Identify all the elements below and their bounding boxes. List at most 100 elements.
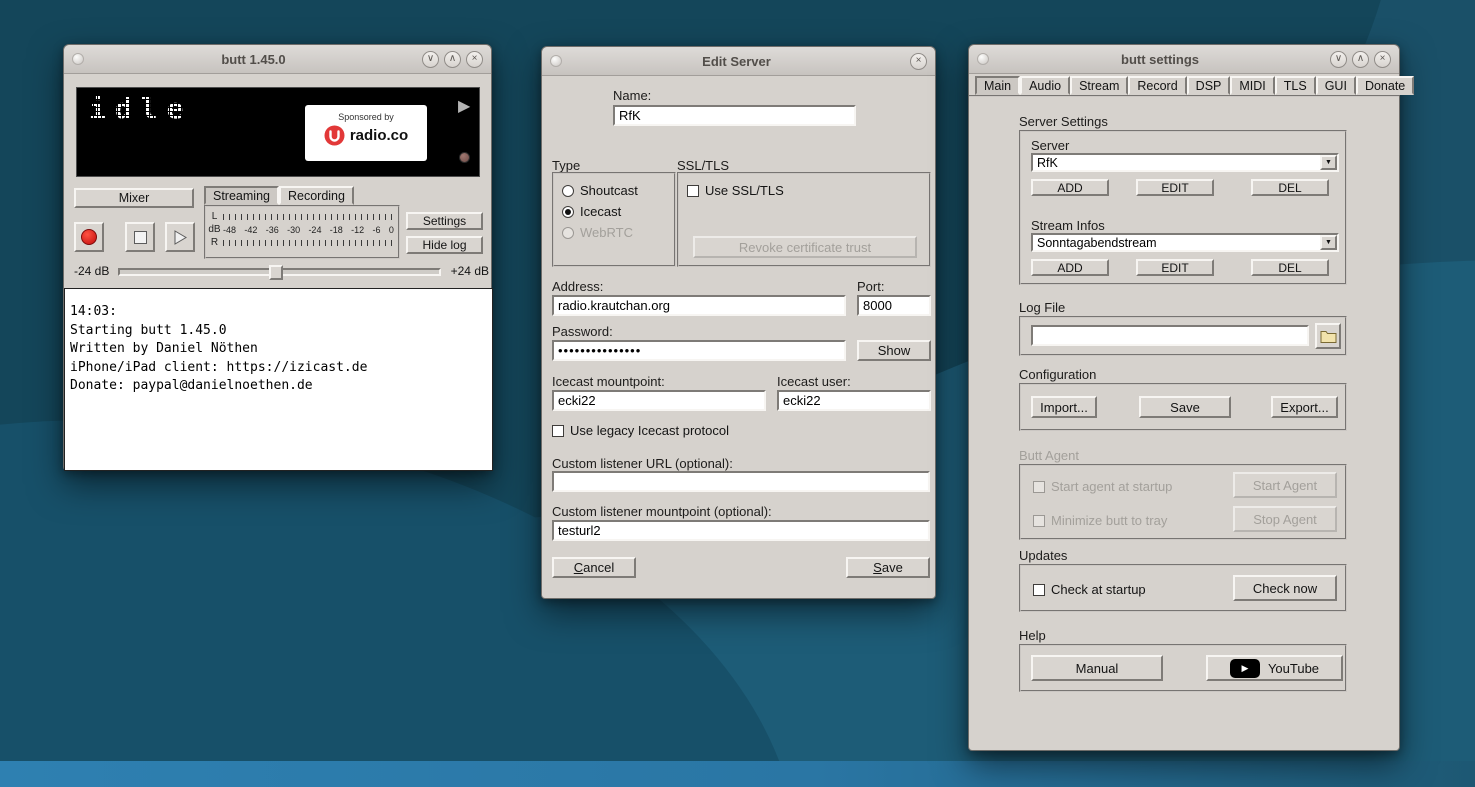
help-group-label: Help — [1019, 628, 1046, 643]
window-icon — [550, 55, 562, 67]
stream-del-button[interactable]: DEL — [1251, 259, 1329, 276]
checkbox-disabled-icon — [1033, 481, 1045, 493]
mountpoint-input[interactable] — [552, 390, 766, 411]
tab-main[interactable]: Main — [975, 76, 1020, 95]
minimize-icon[interactable]: ∨ — [422, 51, 439, 68]
checkbox-icon[interactable] — [1033, 584, 1045, 596]
gain-slider-handle[interactable] — [269, 265, 283, 280]
password-input[interactable] — [552, 340, 846, 361]
log-file-input[interactable] — [1031, 325, 1309, 346]
server-settings-group-label: Server Settings — [1019, 114, 1108, 129]
tab-recording[interactable]: Recording — [279, 186, 354, 205]
radio-icecast[interactable]: Icecast — [562, 204, 621, 219]
listener-url-input[interactable] — [552, 471, 930, 492]
tab-audio[interactable]: Audio — [1020, 76, 1070, 95]
stream-infos-dropdown[interactable]: Sonntagabendstream ▼ — [1031, 233, 1339, 252]
tab-streaming[interactable]: Streaming — [204, 186, 279, 205]
close-icon[interactable]: × — [910, 53, 927, 70]
cancel-button[interactable]: Cancel — [552, 557, 636, 578]
close-icon[interactable]: × — [466, 51, 483, 68]
radio-icon[interactable] — [562, 185, 574, 197]
window-icon — [977, 53, 989, 65]
log-line: Written by Daniel Nöthen — [70, 340, 487, 359]
checkbox-icon[interactable] — [552, 425, 564, 437]
wallpaper-bottom-band — [0, 761, 1475, 787]
server-dropdown[interactable]: RfK ▼ — [1031, 153, 1339, 172]
gain-min-label: -24 dB — [74, 264, 109, 278]
play-button[interactable] — [165, 222, 195, 252]
check-now-button[interactable]: Check now — [1233, 575, 1337, 601]
chevron-down-icon[interactable]: ▼ — [1320, 155, 1337, 170]
start-agent-button: Start Agent — [1233, 472, 1337, 498]
type-label: Type — [552, 158, 580, 173]
log-line: iPhone/iPad client: https://izicast.de — [70, 359, 487, 378]
folder-icon — [1320, 330, 1337, 343]
port-input[interactable] — [857, 295, 931, 316]
save-button[interactable]: Save — [846, 557, 930, 578]
server-edit-button[interactable]: EDIT — [1136, 179, 1214, 196]
record-button[interactable] — [74, 222, 104, 252]
port-label: Port: — [857, 279, 884, 294]
checkbox-icon[interactable] — [687, 185, 699, 197]
settings-button[interactable]: Settings — [406, 212, 483, 230]
titlebar[interactable]: butt settings ∨ ∧ × — [969, 45, 1399, 74]
icecast-user-input[interactable] — [777, 390, 931, 411]
tab-dsp[interactable]: DSP — [1187, 76, 1231, 95]
listener-url-label: Custom listener URL (optional): — [552, 456, 733, 471]
manual-button[interactable]: Manual — [1031, 655, 1163, 681]
maximize-icon[interactable]: ∧ — [1352, 51, 1369, 68]
check-at-startup-checkbox[interactable]: Check at startup — [1033, 582, 1146, 597]
show-password-button[interactable]: Show — [857, 340, 931, 361]
butt-agent-group-label: Butt Agent — [1019, 448, 1079, 463]
stream-add-button[interactable]: ADD — [1031, 259, 1109, 276]
close-icon[interactable]: × — [1374, 51, 1391, 68]
log-line: Starting butt 1.45.0 — [70, 322, 487, 341]
radio-webrtc: WebRTC — [562, 225, 633, 240]
titlebar[interactable]: butt 1.45.0 ∨ ∧ × — [64, 45, 491, 74]
tab-gui[interactable]: GUI — [1316, 76, 1356, 95]
type-group: Shoutcast Icecast WebRTC — [552, 172, 676, 267]
server-add-button[interactable]: ADD — [1031, 179, 1109, 196]
chevron-down-icon[interactable]: ▼ — [1320, 235, 1337, 250]
legacy-protocol-checkbox[interactable]: Use legacy Icecast protocol — [552, 423, 729, 438]
use-ssl-checkbox[interactable]: Use SSL/TLS — [687, 183, 784, 198]
address-input[interactable] — [552, 295, 846, 316]
start-agent-checkbox: Start agent at startup — [1033, 479, 1172, 494]
radio-shoutcast[interactable]: Shoutcast — [562, 183, 638, 198]
youtube-icon: ▶ — [1230, 659, 1260, 678]
meter-scale: -48 -42 -36 -30 -24 -18 -12 -6 0 — [223, 225, 395, 235]
tab-midi[interactable]: MIDI — [1230, 76, 1274, 95]
listener-mountpoint-input[interactable] — [552, 520, 930, 541]
radioco-icon — [324, 125, 345, 146]
youtube-button[interactable]: ▶ YouTube — [1206, 655, 1343, 681]
tab-stream[interactable]: Stream — [1070, 76, 1128, 95]
hide-log-button[interactable]: Hide log — [406, 236, 483, 254]
minimize-icon[interactable]: ∨ — [1330, 51, 1347, 68]
icecast-user-label: Icecast user: — [777, 374, 851, 389]
tab-record[interactable]: Record — [1128, 76, 1186, 95]
server-del-button[interactable]: DEL — [1251, 179, 1329, 196]
browse-folder-button[interactable] — [1315, 323, 1341, 349]
export-button[interactable]: Export... — [1271, 396, 1338, 418]
stream-edit-button[interactable]: EDIT — [1136, 259, 1214, 276]
stream-infos-label: Stream Infos — [1031, 218, 1105, 233]
name-label: Name: — [613, 88, 651, 103]
name-input[interactable] — [613, 105, 856, 126]
tab-donate[interactable]: Donate — [1356, 76, 1414, 95]
mountpoint-label: Icecast mountpoint: — [552, 374, 665, 389]
log-line: 14:03: — [70, 303, 487, 322]
radio-checked-icon[interactable] — [562, 206, 574, 218]
log-output[interactable]: 14:03: Starting butt 1.45.0 Written by D… — [64, 288, 493, 471]
play-indicator-icon: ▶ — [458, 96, 470, 116]
window-title: butt settings — [995, 52, 1325, 67]
maximize-icon[interactable]: ∧ — [444, 51, 461, 68]
sponsor-banner[interactable]: Sponsored by radio.co — [305, 105, 427, 161]
stop-button[interactable] — [125, 222, 155, 252]
mixer-button[interactable]: Mixer — [74, 188, 194, 208]
titlebar[interactable]: Edit Server × — [542, 47, 935, 76]
config-save-button[interactable]: Save — [1139, 396, 1231, 418]
tab-tls[interactable]: TLS — [1275, 76, 1316, 95]
import-button[interactable]: Import... — [1031, 396, 1097, 418]
updates-group-label: Updates — [1019, 548, 1067, 563]
configuration-group: Import... Save Export... — [1019, 383, 1347, 431]
